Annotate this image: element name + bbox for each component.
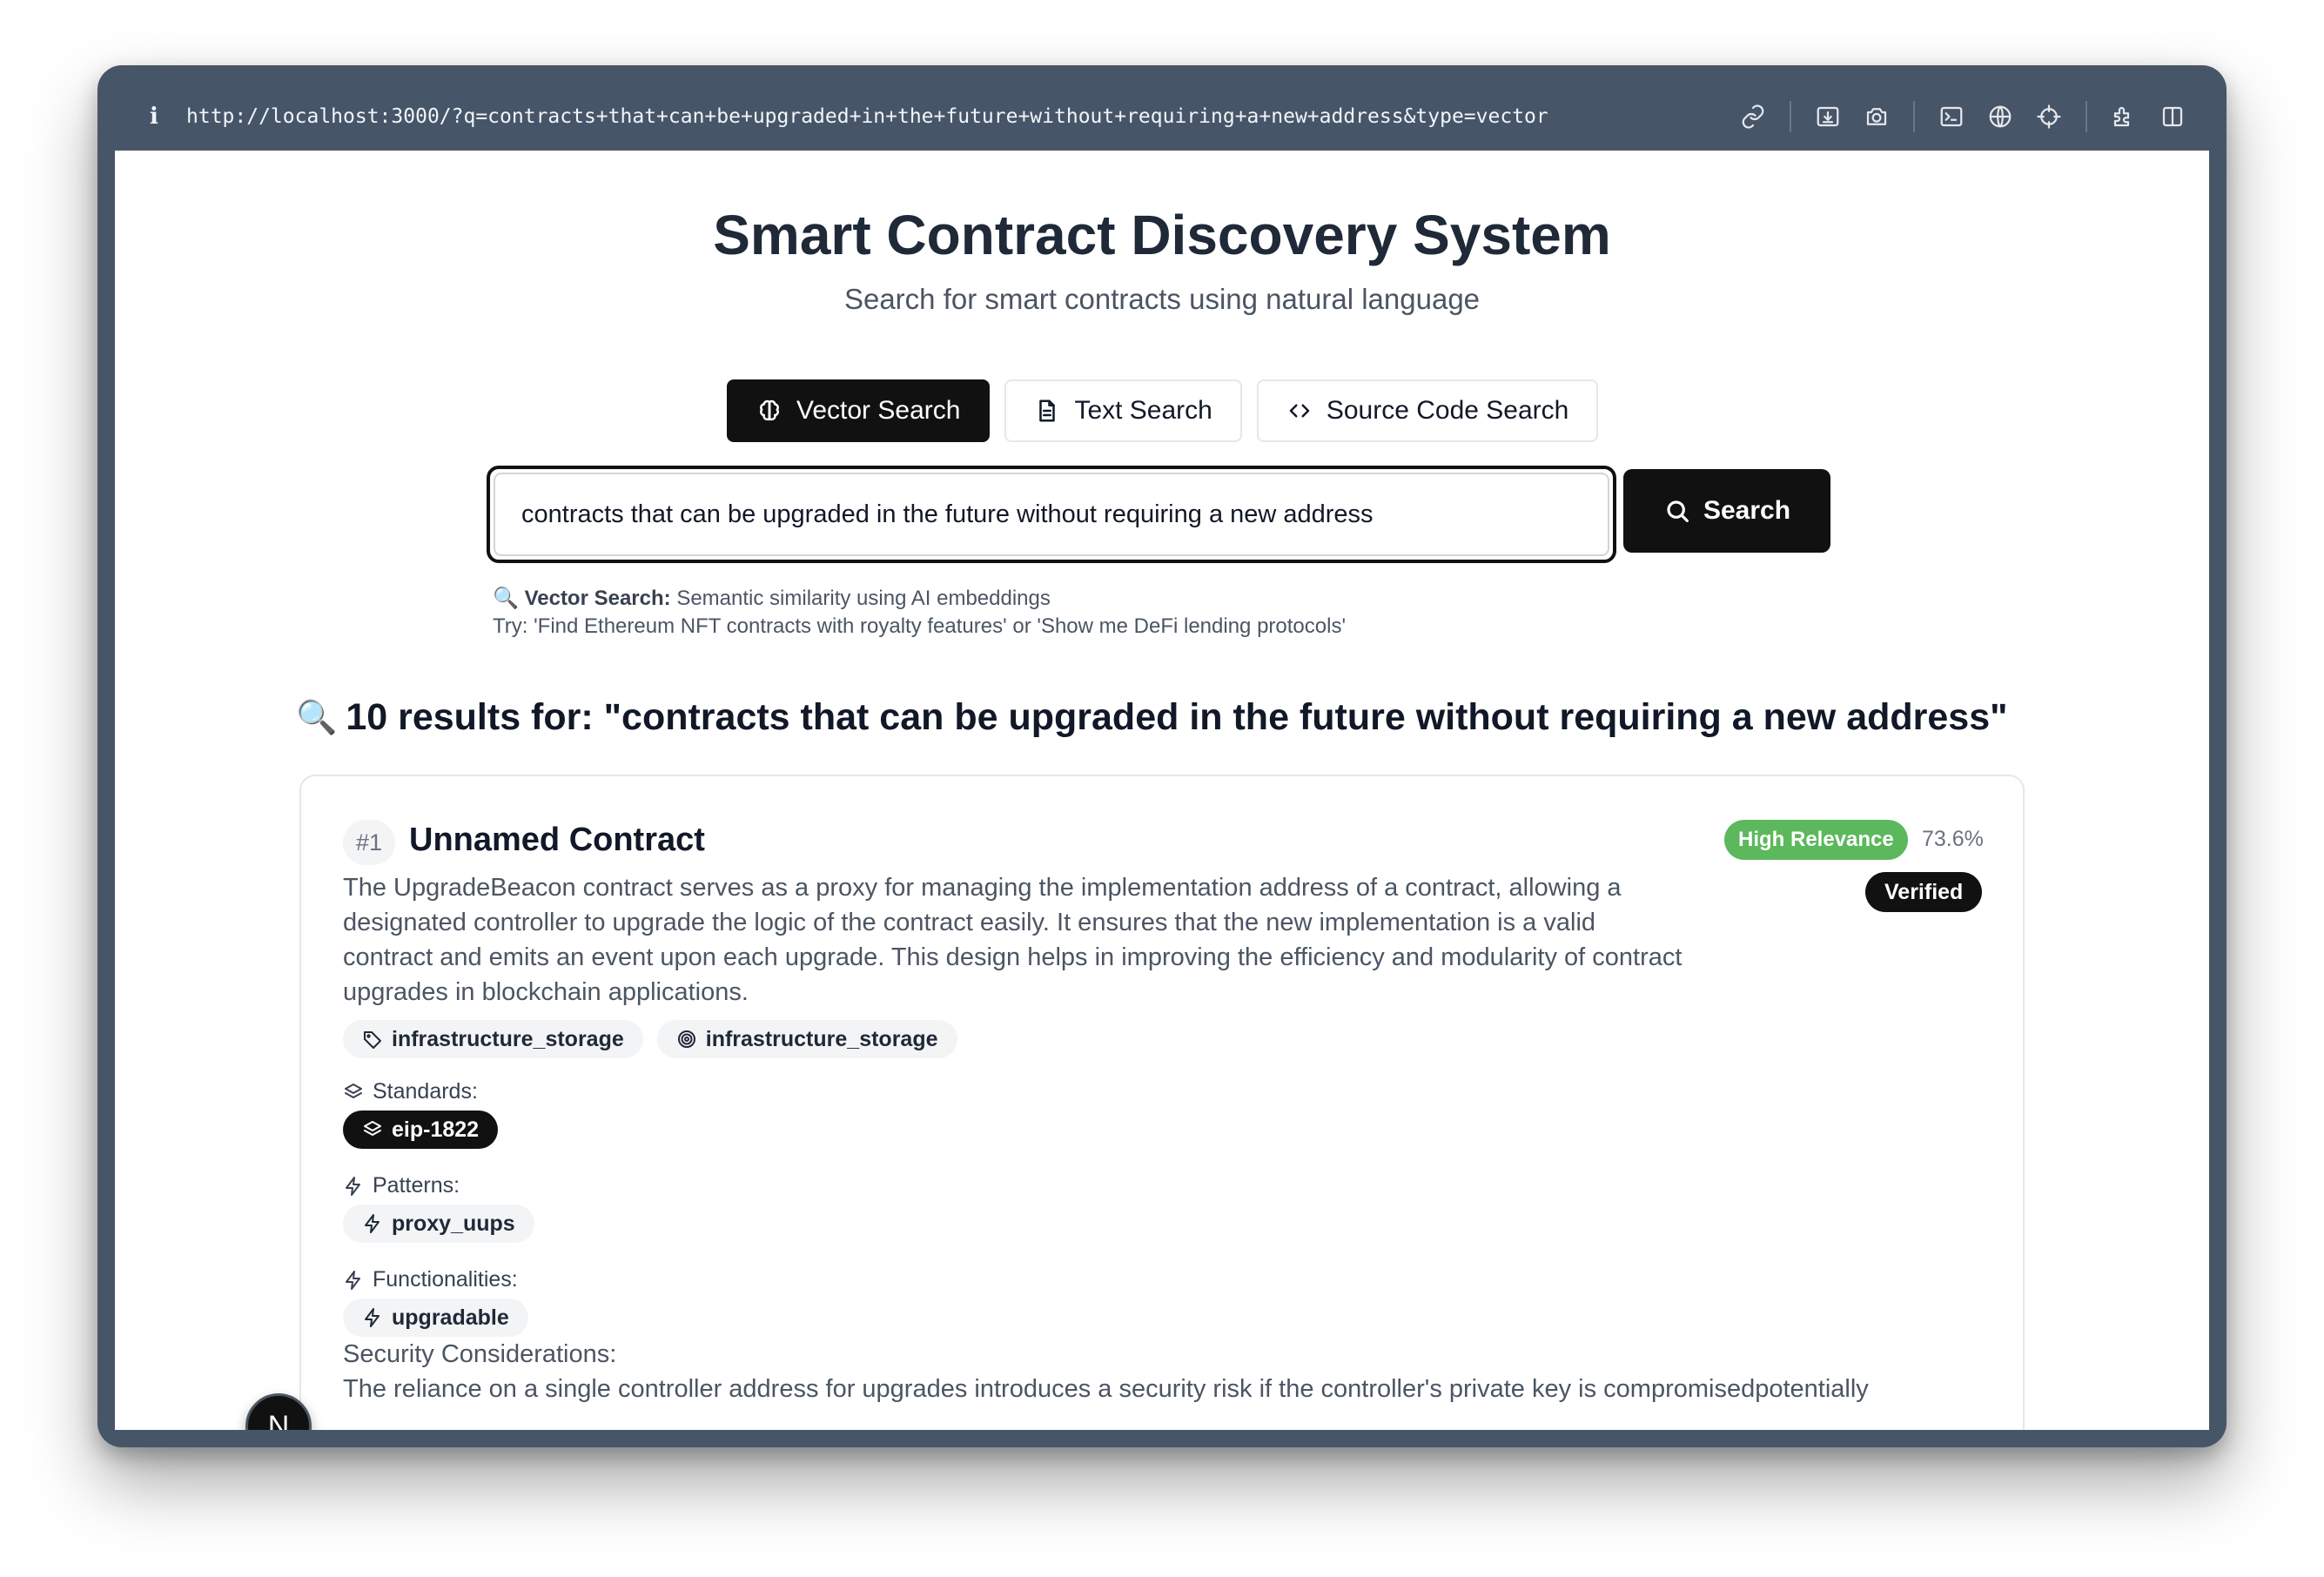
functionality-label: upgradable [392,1305,509,1330]
tag-label: infrastructure_storage [392,1026,624,1051]
patterns-label-text: Patterns: [373,1173,460,1198]
standards-label-text: Standards: [373,1079,478,1104]
browser-window: i http://localhost:3000/?q=contracts+tha… [97,65,2227,1447]
search-mode-tabs: Vector Search Text Search Source Code Se… [727,379,1599,442]
lightning-icon [365,1308,379,1327]
tab-label: Vector Search [796,396,961,425]
result-card[interactable]: #1 Unnamed Contract The UpgradeBeacon co… [299,775,2025,1430]
extensions-icon[interactable] [2099,97,2148,136]
lightning-icon [365,1214,379,1233]
tab-label: Source Code Search [1326,396,1569,425]
screenshot-icon[interactable] [1803,97,1852,136]
tab-label: Text Search [1074,396,1212,425]
tag-list: infrastructure_storage infrastructure_st… [343,1020,957,1058]
hint-mode-label: Vector Search: [524,587,671,610]
page-viewport: Smart Contract Discovery System Search f… [115,151,2209,1430]
tag-label: infrastructure_storage [705,1026,938,1051]
target-icon [677,1030,695,1048]
contract-description: The UpgradeBeacon contract serves as a p… [343,874,1683,1006]
search-icon [1667,500,1689,522]
layers-icon [345,1083,362,1098]
category-tag[interactable]: infrastructure_storage [343,1020,643,1058]
document-icon [1039,399,1056,422]
globe-icon[interactable] [1976,97,2025,136]
security-considerations-label: Security Considerations: [343,1340,617,1368]
magnifier-icon: 🔍 [296,699,338,736]
search-mode-hint: 🔍 Vector Search: Semantic similarity usi… [493,586,1051,611]
results-heading-text: 10 results for: "contracts that can be u… [346,696,2008,738]
relevance-score: 73.6% [1922,827,1984,851]
functionalities-label-text: Functionalities: [373,1267,518,1292]
search-input-focus-ring [487,466,1616,563]
lightning-icon [346,1176,360,1196]
contract-name[interactable]: Unnamed Contract [409,822,705,859]
info-icon[interactable]: i [139,104,169,130]
result-rank: #1 [343,820,395,865]
browser-toolbar [1729,97,2209,136]
domain-tag[interactable]: infrastructure_storage [656,1020,957,1058]
functionality-pill[interactable]: upgradable [343,1299,528,1337]
toolbar-divider [2086,101,2087,132]
lightning-icon [346,1270,360,1290]
tab-source-code-search[interactable]: Source Code Search [1256,379,1599,442]
crosshair-icon[interactable] [2025,97,2073,136]
link-icon[interactable] [1729,97,1777,136]
toolbar-divider [1790,101,1791,132]
security-considerations-text: The reliance on a single controller addr… [343,1375,1869,1403]
sidebar-icon[interactable] [2148,97,2197,136]
verified-badge: Verified [1865,872,1983,912]
address-bar[interactable]: i http://localhost:3000/?q=contracts+tha… [115,83,2209,151]
layers-icon [364,1121,381,1136]
results-heading: 🔍 10 results for: "contracts that can be… [296,696,2008,739]
url-text[interactable]: http://localhost:3000/?q=contracts+that+… [186,105,1548,128]
pattern-pill[interactable]: proxy_uups [343,1205,534,1243]
search-examples-hint: Try: 'Find Ethereum NFT contracts with r… [493,614,1347,638]
pattern-label: proxy_uups [392,1211,515,1236]
tag-icon [364,1031,381,1049]
magnifier-icon: 🔍 [493,587,519,610]
toolbar-divider [1913,101,1915,132]
search-button[interactable]: Search [1623,469,1830,553]
camera-icon[interactable] [1852,97,1901,136]
page-title: Smart Contract Discovery System [713,204,1611,266]
functionalities-label: Functionalities: [343,1267,518,1292]
relevance-badge: High Relevance [1724,820,1908,860]
standard-pill[interactable]: eip-1822 [343,1111,499,1149]
tab-vector-search[interactable]: Vector Search [727,379,991,442]
code-icon [1289,404,1310,418]
brain-icon [760,399,779,421]
page-subtitle: Search for smart contracts using natural… [843,283,1481,315]
search-button-label: Search [1703,496,1791,525]
standards-label: Standards: [343,1079,478,1104]
patterns-label: Patterns: [343,1173,460,1198]
search-input[interactable] [494,473,1609,556]
terminal-icon[interactable] [1927,97,1976,136]
standard-label: eip-1822 [392,1117,480,1142]
tab-text-search[interactable]: Text Search [1004,379,1242,442]
hint-mode-description: Semantic similarity using AI embeddings [676,587,1051,610]
